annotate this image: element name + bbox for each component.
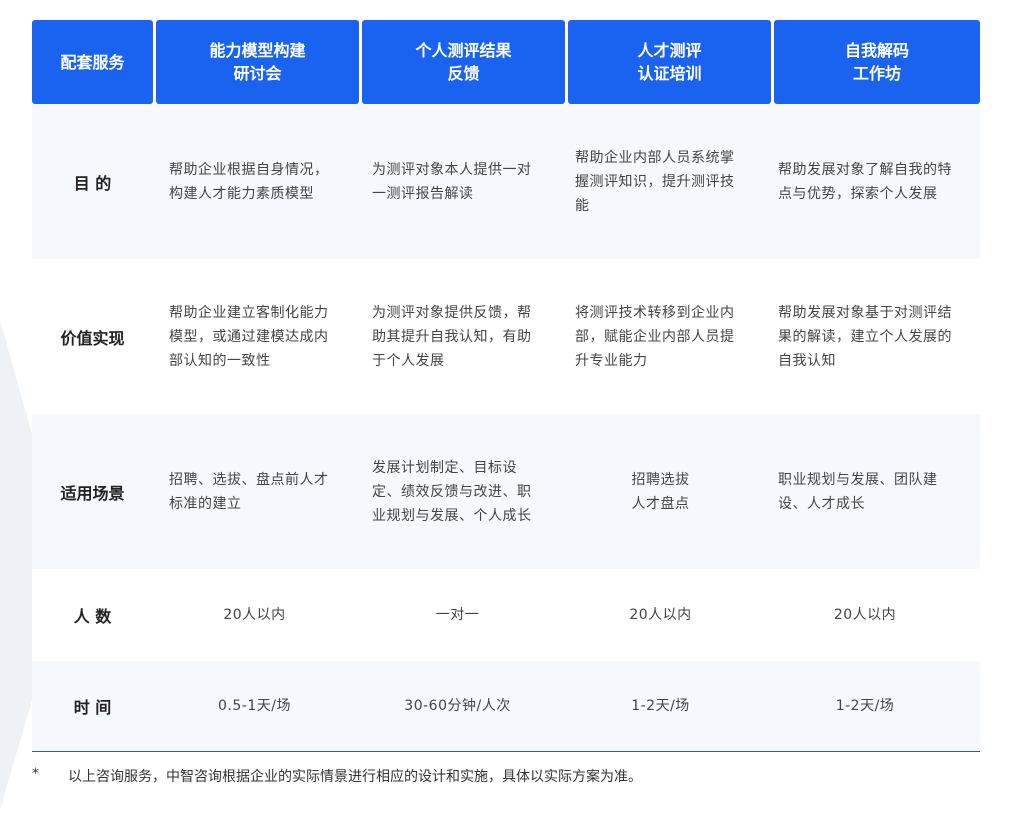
header-cell-self-decoding: 自我解码 工作坊 bbox=[774, 20, 980, 104]
table-cell: 30-60分钟/人次 bbox=[404, 698, 511, 714]
row-label: 时 间 bbox=[73, 698, 112, 717]
table-cell: 招聘选拔 人才盘点 bbox=[631, 471, 690, 512]
row-label: 价值实现 bbox=[60, 328, 125, 348]
footnote-text: 以上咨询服务，中智咨询根据企业的实际情景进行相应的设计和实施，具体以实际方案为准… bbox=[68, 769, 642, 785]
table-cell: 20人以内 bbox=[629, 607, 692, 623]
table-cell: 帮助发展对象基于对测评结果的解读，建立个人发展的自我认知 bbox=[778, 304, 952, 369]
table-row-purpose: 目 的 帮助企业根据自身情况，构建人才能力素质模型 为测评对象本人提供一对一测评… bbox=[32, 104, 980, 259]
table-cell: 发展计划制定、目标设定、绩效反馈与改进、职业规划与发展、个人成长 bbox=[372, 459, 532, 524]
table-cell: 1-2天/场 bbox=[835, 698, 895, 714]
table-row-scenario: 适用场景 招聘、选拔、盘点前人才标准的建立 发展计划制定、目标设定、绩效反馈与改… bbox=[32, 414, 980, 569]
footnote-mark: * bbox=[32, 766, 39, 782]
header-cell-model-workshop: 能力模型构建 研讨会 bbox=[156, 20, 359, 104]
table-row-value: 价值实现 帮助企业建立客制化能力模型，或通过建模达成内部认知的一致性 为测评对象… bbox=[32, 259, 980, 414]
table-row-duration: 时 间 0.5-1天/场 30-60分钟/人次 1-2天/场 1-2天/场 bbox=[32, 661, 980, 751]
table-cell: 招聘、选拔、盘点前人才标准的建立 bbox=[169, 471, 329, 512]
header-cell-certification: 人才测评 认证培训 bbox=[568, 20, 771, 104]
service-table: 配套服务 能力模型构建 研讨会 个人测评结果 反馈 人才测评 认证培训 自我解码… bbox=[32, 20, 980, 751]
table-cell: 20人以内 bbox=[223, 607, 286, 623]
row-label: 人 数 bbox=[73, 607, 112, 626]
table-cell: 为测评对象本人提供一对一测评报告解读 bbox=[372, 161, 532, 202]
table-cell: 20人以内 bbox=[833, 607, 897, 623]
table-cell: 一对一 bbox=[435, 607, 480, 623]
table-cell: 帮助企业根据自身情况，构建人才能力素质模型 bbox=[169, 161, 329, 202]
row-label: 适用场景 bbox=[60, 483, 125, 503]
table-bottom-divider bbox=[32, 751, 980, 752]
table-cell: 职业规划与发展、团队建设、人才成长 bbox=[778, 471, 938, 512]
table-row-headcount: 人 数 20人以内 一对一 20人以内 20人以内 bbox=[32, 569, 980, 661]
table-cell: 帮助企业内部人员系统掌握测评知识，提升测评技能 bbox=[575, 149, 735, 214]
footnote: * 以上咨询服务，中智咨询根据企业的实际情景进行相应的设计和实施，具体以实际方案… bbox=[32, 766, 642, 786]
row-label: 目 的 bbox=[73, 173, 112, 193]
table-cell: 帮助发展对象了解自我的特点与优势，探索个人发展 bbox=[778, 161, 952, 202]
table-header: 配套服务 能力模型构建 研讨会 个人测评结果 反馈 人才测评 认证培训 自我解码… bbox=[32, 20, 980, 104]
table-cell: 帮助企业建立客制化能力模型，或通过建模达成内部认知的一致性 bbox=[169, 304, 329, 369]
table-cell: 0.5-1天/场 bbox=[218, 698, 291, 714]
table-cell: 为测评对象提供反馈，帮助其提升自我认知，有助于个人发展 bbox=[372, 304, 532, 369]
header-cell-feedback: 个人测评结果 反馈 bbox=[362, 20, 565, 104]
table-cell: 1-2天/场 bbox=[631, 698, 690, 714]
header-cell-service: 配套服务 bbox=[32, 20, 153, 104]
table-cell: 将测评技术转移到企业内部，赋能企业内部人员提升专业能力 bbox=[575, 304, 735, 369]
page: 配套服务 能力模型构建 研讨会 个人测评结果 反馈 人才测评 认证培训 自我解码… bbox=[0, 0, 1018, 818]
